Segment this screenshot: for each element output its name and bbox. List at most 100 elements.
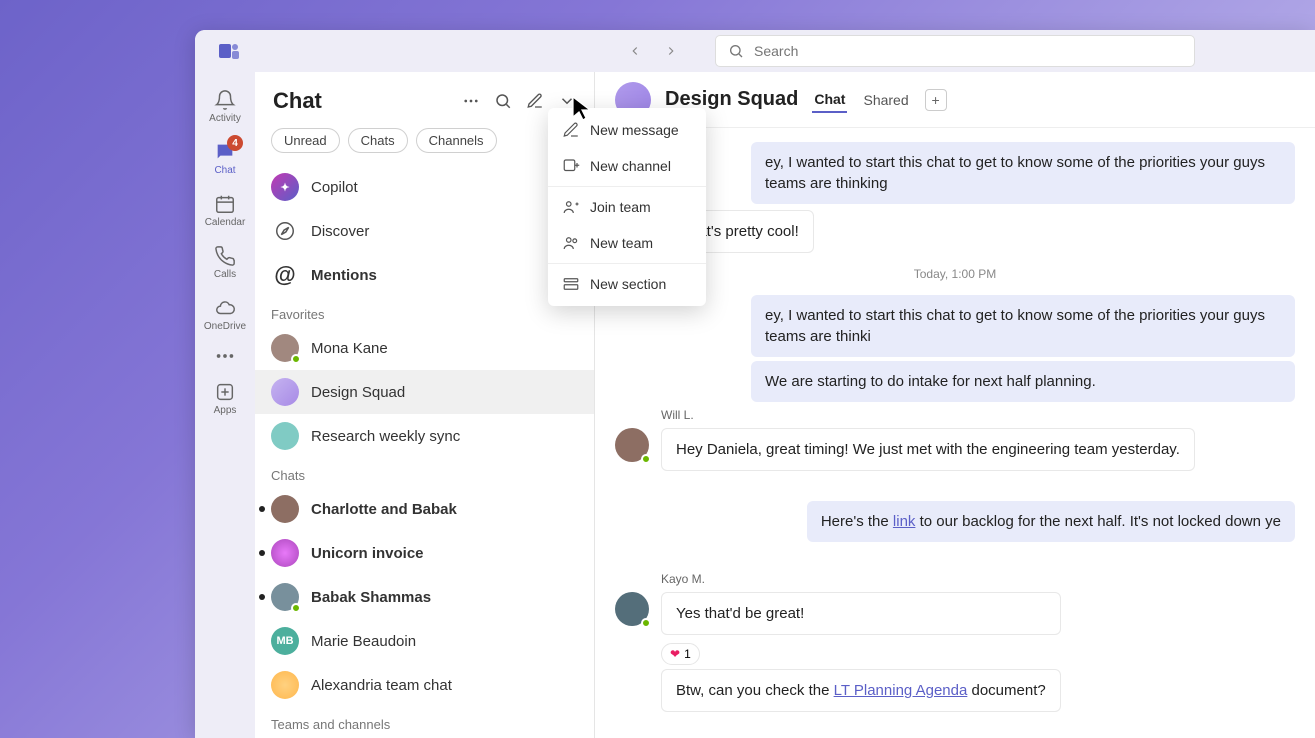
chat-charlotte-babak[interactable]: Charlotte and Babak bbox=[255, 487, 594, 531]
pinned-mentions[interactable]: @ Mentions bbox=[255, 253, 594, 297]
menu-label: New section bbox=[590, 276, 666, 292]
rail-apps[interactable]: Apps bbox=[199, 372, 251, 424]
message-bubble: ey, I wanted to start this chat to get t… bbox=[751, 295, 1295, 357]
chat-babak-shammas[interactable]: Babak Shammas bbox=[255, 575, 594, 619]
chat-panel-header: Chat bbox=[255, 72, 594, 122]
pinned-discover[interactable]: Discover bbox=[255, 209, 594, 253]
tab-chat[interactable]: Chat bbox=[812, 87, 847, 113]
filter-channels[interactable]: Channels bbox=[416, 128, 497, 153]
message-bubble: Yes that'd be great! bbox=[661, 592, 1061, 635]
rail-chat[interactable]: 4 Chat bbox=[199, 132, 251, 184]
list-label: Mentions bbox=[311, 267, 377, 284]
more-icon[interactable] bbox=[462, 92, 480, 110]
rail-calls-label: Calls bbox=[214, 269, 236, 280]
menu-label: New channel bbox=[590, 158, 671, 174]
message-row: ey, I wanted to start this chat to get t… bbox=[615, 142, 1295, 204]
bell-icon bbox=[214, 89, 236, 111]
back-button[interactable] bbox=[621, 37, 649, 65]
list-label: Design Squad bbox=[311, 384, 405, 401]
message-bubble: Btw, can you check the LT Planning Agend… bbox=[661, 669, 1061, 712]
unread-dot-icon bbox=[259, 594, 265, 600]
section-chats: Chats bbox=[255, 458, 594, 487]
calendar-icon bbox=[214, 193, 236, 215]
timestamp: Today, 1:00 PM bbox=[615, 267, 1295, 281]
chat-unicorn-invoice[interactable]: Unicorn invoice bbox=[255, 531, 594, 575]
message-row: Kayo M. Yes that'd be great! ❤ 1 Btw, ca… bbox=[615, 572, 1295, 712]
filter-row: Unread Chats Channels bbox=[255, 122, 594, 165]
rail-chat-label: Chat bbox=[214, 165, 235, 176]
join-team-icon bbox=[562, 198, 580, 216]
search-icon bbox=[728, 43, 744, 59]
message-row: Here's the link to our backlog for the n… bbox=[615, 501, 1295, 542]
message-sender: Will L. bbox=[661, 408, 1195, 422]
rail-activity-label: Activity bbox=[209, 113, 241, 124]
body-area: Activity 4 Chat Calendar Calls OneDrive bbox=[195, 72, 1315, 738]
favorite-research-sync[interactable]: Research weekly sync bbox=[255, 414, 594, 458]
teams-app-icon bbox=[217, 39, 241, 63]
search-input[interactable] bbox=[754, 43, 1182, 59]
reaction-heart[interactable]: ❤ 1 bbox=[661, 643, 700, 665]
message-bubble: ey, I wanted to start this chat to get t… bbox=[751, 142, 1295, 204]
compose-icon[interactable] bbox=[526, 92, 544, 110]
phone-icon bbox=[214, 245, 236, 267]
unread-dot-icon bbox=[259, 506, 265, 512]
rail-onedrive[interactable]: OneDrive bbox=[199, 288, 251, 340]
chat-alexandria-team[interactable]: Alexandria team chat bbox=[255, 663, 594, 707]
menu-label: New team bbox=[590, 235, 653, 251]
favorite-mona-kane[interactable]: Mona Kane bbox=[255, 326, 594, 370]
list-label: Unicorn invoice bbox=[311, 545, 424, 562]
rail-more[interactable] bbox=[199, 340, 251, 372]
agenda-link[interactable]: LT Planning Agenda bbox=[834, 682, 968, 699]
menu-label: Join team bbox=[590, 199, 651, 215]
favorite-design-squad[interactable]: Design Squad bbox=[255, 370, 594, 414]
pinned-copilot[interactable]: ✦ Copilot bbox=[255, 165, 594, 209]
forward-button[interactable] bbox=[657, 37, 685, 65]
avatar bbox=[271, 671, 299, 699]
app-window: Activity 4 Chat Calendar Calls OneDrive bbox=[195, 30, 1315, 738]
heart-icon: ❤ bbox=[670, 647, 680, 661]
more-icon bbox=[214, 345, 236, 367]
message-bubble: Here's the link to our backlog for the n… bbox=[807, 501, 1295, 542]
rail-calls[interactable]: Calls bbox=[199, 236, 251, 288]
rail-apps-label: Apps bbox=[214, 405, 237, 416]
list-label: Charlotte and Babak bbox=[311, 501, 457, 518]
menu-new-message[interactable]: New message bbox=[548, 112, 706, 148]
list-label: Research weekly sync bbox=[311, 428, 460, 445]
search-box[interactable] bbox=[715, 35, 1195, 67]
section-favorites: Favorites bbox=[255, 297, 594, 326]
list-label: Copilot bbox=[311, 179, 358, 196]
message-row: ey, I wanted to start this chat to get t… bbox=[615, 295, 1295, 402]
avatar bbox=[271, 495, 299, 523]
backlog-link[interactable]: link bbox=[893, 513, 916, 530]
filter-chats[interactable]: Chats bbox=[348, 128, 408, 153]
section-icon bbox=[562, 275, 580, 293]
filter-unread[interactable]: Unread bbox=[271, 128, 340, 153]
menu-new-section[interactable]: New section bbox=[548, 266, 706, 302]
copilot-icon: ✦ bbox=[271, 173, 299, 201]
menu-new-channel[interactable]: New channel bbox=[548, 148, 706, 184]
list-label: Discover bbox=[311, 223, 369, 240]
reaction-count: 1 bbox=[684, 647, 691, 661]
menu-new-team[interactable]: New team bbox=[548, 225, 706, 261]
rail-activity[interactable]: Activity bbox=[199, 80, 251, 132]
rail-calendar-label: Calendar bbox=[205, 217, 246, 228]
list-label: Babak Shammas bbox=[311, 589, 431, 606]
rail-calendar[interactable]: Calendar bbox=[199, 184, 251, 236]
new-dropdown-menu: New message New channel Join team New te… bbox=[548, 108, 706, 306]
tab-shared[interactable]: Shared bbox=[861, 88, 910, 112]
section-teams: Teams and channels bbox=[255, 707, 594, 736]
cloud-icon bbox=[214, 297, 236, 319]
message-sender: Kayo M. bbox=[661, 572, 1061, 586]
chat-marie-beaudoin[interactable]: MB Marie Beaudoin bbox=[255, 619, 594, 663]
add-tab-button[interactable]: + bbox=[925, 89, 947, 111]
avatar: MB bbox=[271, 627, 299, 655]
channel-icon bbox=[562, 157, 580, 175]
message-bubble: We are starting to do intake for next ha… bbox=[751, 361, 1295, 402]
avatar bbox=[271, 583, 299, 611]
menu-join-team[interactable]: Join team bbox=[548, 189, 706, 225]
chat-list: ✦ Copilot Discover @ Mentions Favorites … bbox=[255, 165, 594, 738]
mention-icon: @ bbox=[271, 261, 299, 289]
chat-panel: Chat Unread Chats Channels ✦ Copilot bbox=[255, 72, 595, 738]
left-rail: Activity 4 Chat Calendar Calls OneDrive bbox=[195, 72, 255, 738]
filter-search-icon[interactable] bbox=[494, 92, 512, 110]
